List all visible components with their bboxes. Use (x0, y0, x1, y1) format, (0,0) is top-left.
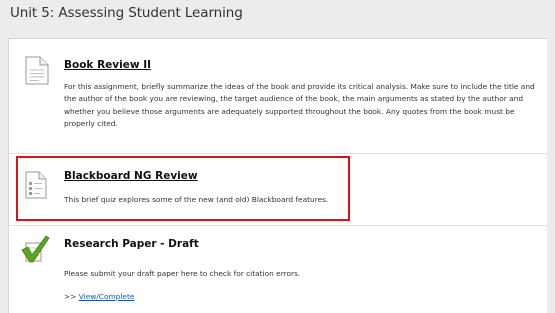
item-description: For this assignment, briefly summarize t… (64, 82, 535, 128)
quiz-document-icon (25, 171, 47, 203)
link-prefix: >> (64, 292, 77, 301)
item-description: Please submit your draft paper here to c… (64, 269, 301, 278)
view-complete-link[interactable]: View/Complete (79, 292, 135, 301)
item-title-link[interactable]: Blackboard NG Review (64, 170, 198, 182)
assignment-checkmark-icon (19, 234, 51, 270)
content-item-research-paper: Research Paper - Draft Please submit you… (9, 225, 555, 313)
content-item-blackboard-review: Blackboard NG Review This brief quiz exp… (9, 153, 555, 225)
page-title: Unit 5: Assessing Student Learning (10, 5, 243, 21)
page-edge (547, 38, 555, 313)
document-icon (25, 56, 49, 89)
item-link-row: >> View/Complete (64, 292, 134, 301)
item-title: Research Paper - Draft (64, 238, 199, 250)
item-description: This brief quiz explores some of the new… (64, 195, 329, 204)
content-list: Book Review II For this assignment, brie… (8, 38, 555, 313)
content-item-book-review: Book Review II For this assignment, brie… (9, 39, 555, 153)
item-title-link[interactable]: Book Review II (64, 59, 151, 71)
